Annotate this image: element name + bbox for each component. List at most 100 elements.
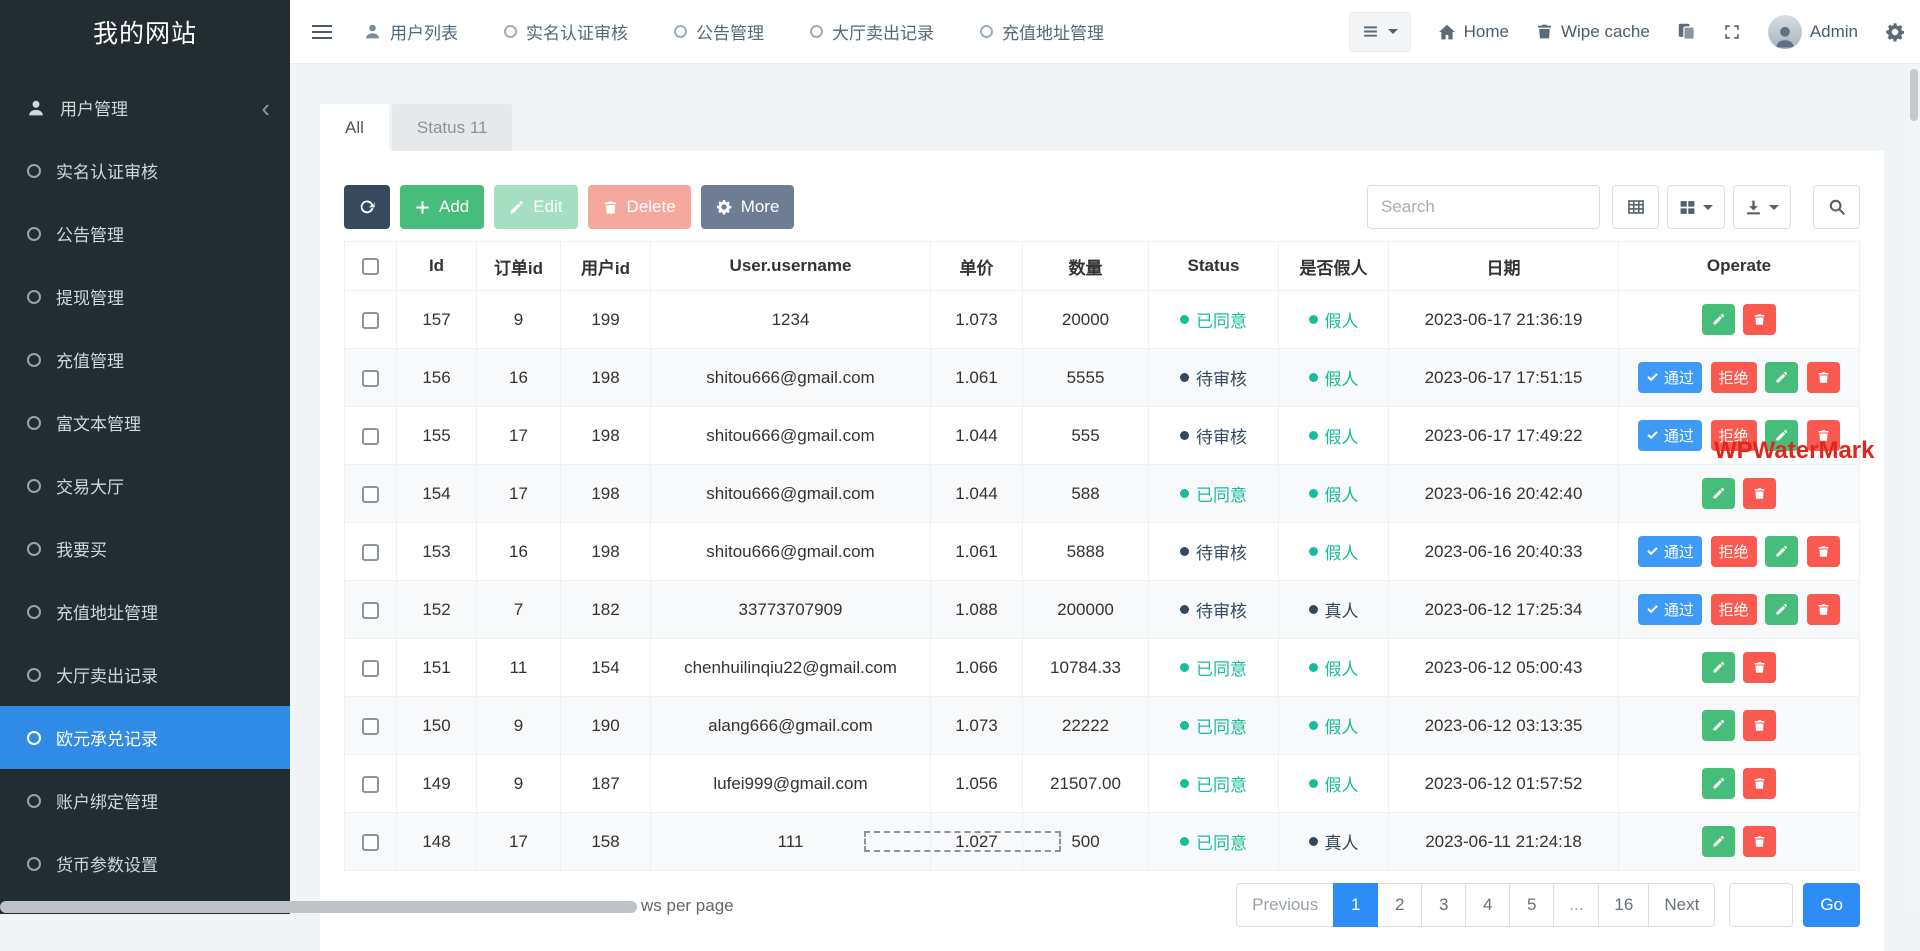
page-button[interactable]: 5 bbox=[1509, 883, 1554, 927]
delete-row-button[interactable] bbox=[1743, 768, 1776, 799]
delete-row-button[interactable] bbox=[1807, 594, 1840, 625]
edit-button[interactable]: Edit bbox=[494, 185, 577, 229]
columns-dropdown-button[interactable] bbox=[1667, 185, 1725, 229]
home-link[interactable]: Home bbox=[1438, 22, 1509, 42]
edit-row-button[interactable] bbox=[1702, 304, 1735, 335]
topnav-tab[interactable]: 实名认证审核 bbox=[504, 19, 628, 44]
sidebar-toggle-button[interactable] bbox=[290, 0, 354, 64]
reject-button[interactable]: 拒绝 bbox=[1711, 536, 1757, 567]
topnav-tab[interactable]: 公告管理 bbox=[674, 19, 764, 44]
cell-order-id: 11 bbox=[477, 639, 561, 697]
sidebar-item[interactable]: 公告管理 bbox=[0, 202, 290, 265]
sidebar-item[interactable]: 我要买 bbox=[0, 517, 290, 580]
topnav-tab[interactable]: 充值地址管理 bbox=[980, 19, 1104, 44]
row-checkbox[interactable] bbox=[362, 718, 379, 735]
search-input[interactable] bbox=[1367, 185, 1600, 229]
row-checkbox[interactable] bbox=[362, 834, 379, 851]
cell-amount: 10784.33 bbox=[1023, 639, 1149, 697]
row-checkbox[interactable] bbox=[362, 602, 379, 619]
row-checkbox[interactable] bbox=[362, 544, 379, 561]
sidebar-item[interactable]: 提现管理 bbox=[0, 265, 290, 328]
row-checkbox[interactable] bbox=[362, 660, 379, 677]
topnav-tab[interactable]: 用户列表 bbox=[364, 19, 458, 44]
delete-row-button[interactable] bbox=[1743, 478, 1776, 509]
settings-button[interactable] bbox=[1885, 22, 1905, 42]
approve-button[interactable]: 通过 bbox=[1638, 362, 1702, 393]
delete-row-button[interactable] bbox=[1743, 710, 1776, 741]
vertical-scrollbar-thumb[interactable] bbox=[1910, 69, 1918, 121]
edit-row-button[interactable] bbox=[1702, 826, 1735, 857]
more-button[interactable]: More bbox=[701, 185, 795, 229]
page-button[interactable]: 3 bbox=[1421, 883, 1466, 927]
row-checkbox[interactable] bbox=[362, 428, 379, 445]
edit-row-button[interactable] bbox=[1765, 536, 1798, 567]
edit-row-button[interactable] bbox=[1702, 710, 1735, 741]
delete-row-button[interactable] bbox=[1743, 826, 1776, 857]
trash-icon bbox=[1817, 371, 1830, 384]
approve-button[interactable]: 通过 bbox=[1638, 536, 1702, 567]
sidebar-item[interactable]: 充值地址管理 bbox=[0, 580, 290, 643]
fullscreen-button[interactable] bbox=[1723, 23, 1741, 41]
sidebar-item[interactable]: 富文本管理 bbox=[0, 391, 290, 454]
admin-menu[interactable]: Admin bbox=[1768, 15, 1858, 49]
approve-label: 通过 bbox=[1664, 599, 1694, 620]
add-button[interactable]: Add bbox=[400, 185, 484, 229]
page-button[interactable]: 4 bbox=[1465, 883, 1510, 927]
select-all-checkbox[interactable] bbox=[362, 258, 379, 275]
panel-tab[interactable]: All bbox=[320, 104, 389, 151]
page-jump-input[interactable] bbox=[1729, 883, 1793, 927]
edit-row-button[interactable] bbox=[1702, 768, 1735, 799]
sidebar-item-label: 富文本管理 bbox=[56, 410, 270, 435]
edit-row-button[interactable] bbox=[1702, 652, 1735, 683]
wipe-cache-link[interactable]: Wipe cache bbox=[1536, 22, 1650, 42]
page-button[interactable]: ... bbox=[1553, 883, 1599, 927]
panel-tab[interactable]: Status 11 bbox=[392, 104, 513, 151]
edit-row-button[interactable] bbox=[1702, 478, 1735, 509]
page-button[interactable]: 16 bbox=[1598, 883, 1649, 927]
topnav-tab[interactable]: 大厅卖出记录 bbox=[810, 19, 934, 44]
row-checkbox[interactable] bbox=[362, 312, 379, 329]
sidebar-item[interactable]: 大厅卖出记录 bbox=[0, 643, 290, 706]
sidebar-item[interactable]: 欧元承兑记录 bbox=[0, 706, 290, 769]
refresh-icon bbox=[358, 198, 376, 216]
horizontal-scrollbar-thumb[interactable] bbox=[0, 901, 637, 913]
search-toggle-button[interactable] bbox=[1813, 185, 1860, 229]
tab-list-dropdown-button[interactable] bbox=[1349, 12, 1411, 52]
cell-user-id: 199 bbox=[561, 291, 651, 349]
toggle-view-button[interactable] bbox=[1612, 185, 1659, 229]
pencil-icon bbox=[1712, 313, 1725, 326]
delete-row-button[interactable] bbox=[1807, 362, 1840, 393]
row-checkbox[interactable] bbox=[362, 486, 379, 503]
approve-button[interactable]: 通过 bbox=[1638, 594, 1702, 625]
page-button[interactable]: 2 bbox=[1377, 883, 1422, 927]
sidebar-item[interactable]: 账户绑定管理 bbox=[0, 769, 290, 832]
refresh-button[interactable] bbox=[344, 185, 390, 229]
cell-user-id: 154 bbox=[561, 639, 651, 697]
delete-row-button[interactable] bbox=[1743, 304, 1776, 335]
sidebar-item[interactable]: 货币参数设置 bbox=[0, 832, 290, 895]
delete-button[interactable]: Delete bbox=[588, 185, 691, 229]
edit-row-button[interactable] bbox=[1765, 362, 1798, 393]
delete-row-button[interactable] bbox=[1807, 536, 1840, 567]
fake-label: 假人 bbox=[1325, 307, 1359, 332]
cell-user-id: 198 bbox=[561, 523, 651, 581]
sidebar-item[interactable]: 用户管理 ‹ bbox=[0, 76, 290, 139]
sidebar-item[interactable]: 交易大厅 bbox=[0, 454, 290, 517]
vertical-scrollbar[interactable] bbox=[1908, 64, 1920, 914]
row-checkbox[interactable] bbox=[362, 370, 379, 387]
reject-button[interactable]: 拒绝 bbox=[1711, 362, 1757, 393]
sidebar-item[interactable]: 充值管理 bbox=[0, 328, 290, 391]
page-list: 12345...16 bbox=[1334, 883, 1649, 927]
row-checkbox[interactable] bbox=[362, 776, 379, 793]
approve-button[interactable]: 通过 bbox=[1638, 420, 1702, 451]
delete-row-button[interactable] bbox=[1743, 652, 1776, 683]
next-page-button[interactable]: Next bbox=[1648, 883, 1715, 927]
reject-button[interactable]: 拒绝 bbox=[1711, 594, 1757, 625]
go-button[interactable]: Go bbox=[1803, 883, 1860, 927]
page-button[interactable]: 1 bbox=[1333, 883, 1378, 927]
edit-row-button[interactable] bbox=[1765, 594, 1798, 625]
previous-page-button[interactable]: Previous bbox=[1236, 883, 1334, 927]
sidebar-item[interactable]: 实名认证审核 bbox=[0, 139, 290, 202]
export-dropdown-button[interactable] bbox=[1733, 185, 1791, 229]
language-button[interactable] bbox=[1677, 22, 1696, 41]
